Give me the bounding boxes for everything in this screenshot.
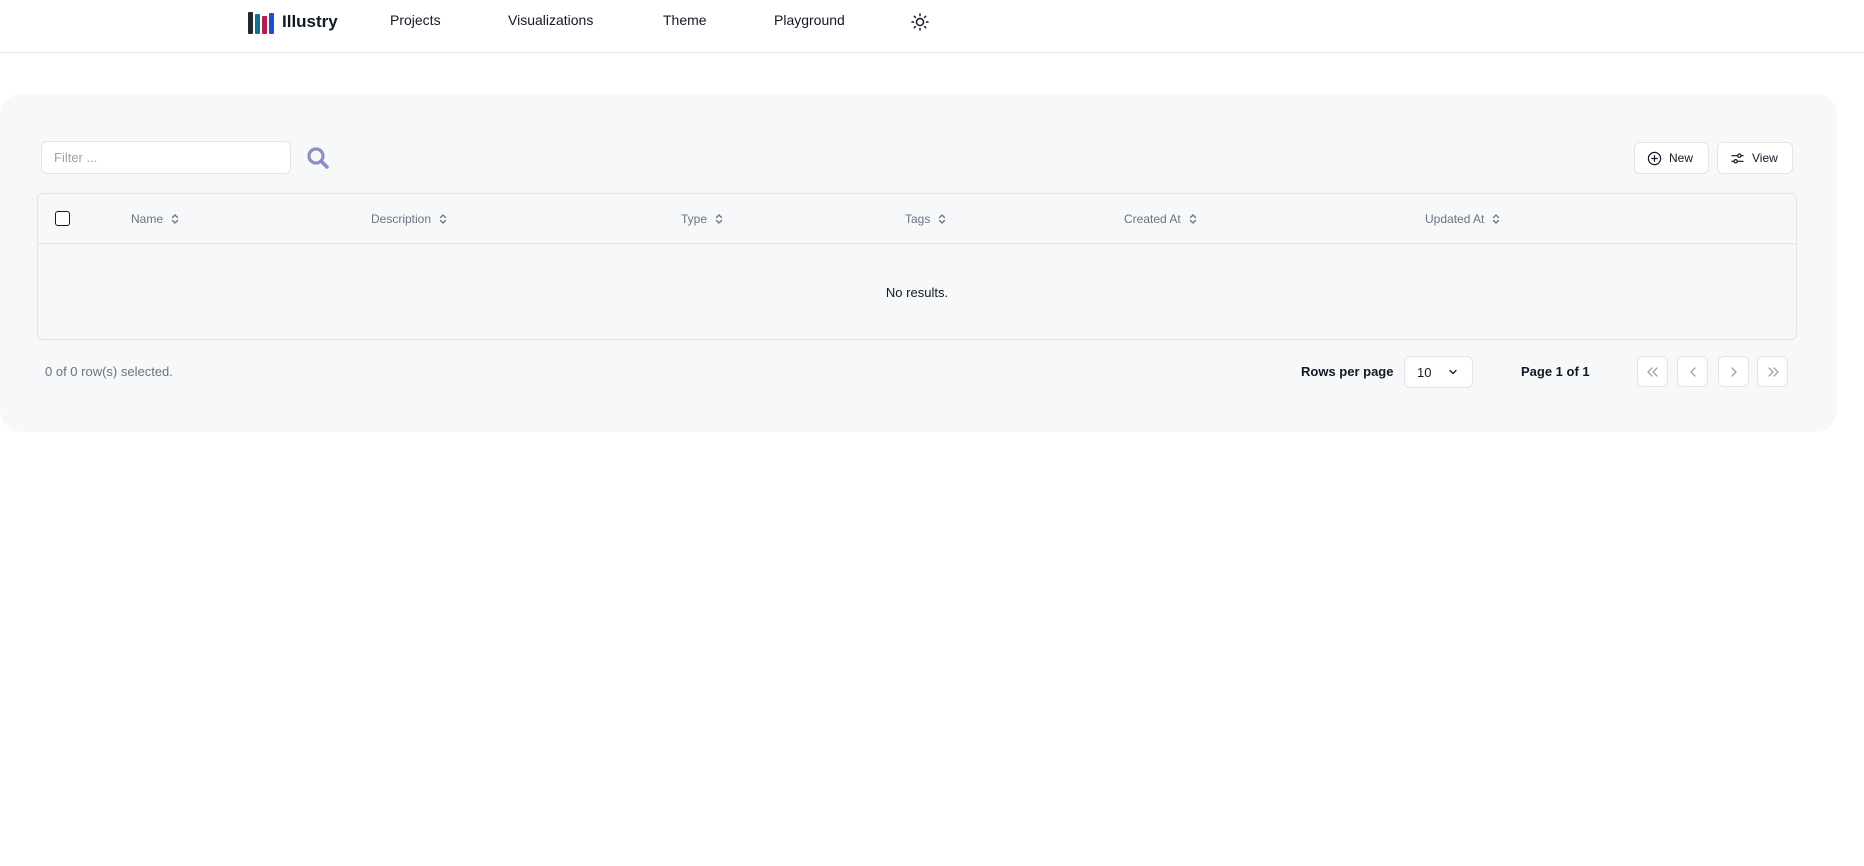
column-label: Tags <box>905 212 931 226</box>
last-page-button[interactable] <box>1757 356 1788 387</box>
theme-toggle-button[interactable] <box>910 12 930 32</box>
search-icon <box>307 147 329 169</box>
sliders-icon <box>1731 152 1744 164</box>
empty-results-message: No results. <box>885 284 949 300</box>
rows-per-page-value: 10 <box>1417 364 1432 380</box>
column-label: Name <box>131 212 164 226</box>
data-table: Name Description Type Tags Created At Up… <box>37 193 1797 340</box>
logo-icon <box>248 10 274 34</box>
sun-icon <box>911 13 929 31</box>
filter-input[interactable] <box>41 141 291 174</box>
view-button-label: View <box>1752 151 1778 165</box>
column-header-created-at[interactable]: Created At <box>1124 212 1197 226</box>
next-page-button[interactable] <box>1718 356 1749 387</box>
search-button[interactable] <box>306 146 330 170</box>
sort-icon <box>715 214 723 224</box>
sort-icon <box>1493 214 1500 224</box>
new-button[interactable]: New <box>1634 142 1709 174</box>
select-all-checkbox[interactable] <box>55 211 70 226</box>
chevrons-left-icon <box>1646 366 1658 377</box>
column-label: Updated At <box>1425 212 1485 226</box>
brand-title: Illustry <box>282 12 338 31</box>
sort-icon <box>171 214 179 224</box>
rows-per-page-label: Rows per page <box>1301 364 1394 379</box>
page-indicator: Page 1 of 1 <box>1521 364 1590 379</box>
first-page-button[interactable] <box>1637 356 1668 387</box>
chevron-left-icon <box>1689 366 1696 377</box>
nav-item-visualizations[interactable]: Visualizations <box>508 12 593 28</box>
chevron-down-icon <box>1449 369 1457 375</box>
previous-page-button[interactable] <box>1677 356 1708 387</box>
sort-icon <box>439 214 447 224</box>
table-header: Name Description Type Tags Created At Up… <box>38 194 1796 244</box>
column-label: Created At <box>1124 212 1181 226</box>
column-header-tags[interactable]: Tags <box>905 212 946 226</box>
column-label: Type <box>681 212 708 226</box>
chevron-right-icon <box>1730 366 1737 377</box>
new-button-label: New <box>1669 151 1694 165</box>
nav-item-theme[interactable]: Theme <box>663 12 707 28</box>
nav-item-projects[interactable]: Projects <box>390 12 441 28</box>
selection-count: 0 of 0 row(s) selected. <box>45 364 173 379</box>
column-header-description[interactable]: Description <box>371 212 447 226</box>
brand-link[interactable]: Illustry <box>248 9 338 35</box>
plus-circle-icon <box>1647 151 1662 165</box>
column-label: Description <box>371 212 432 226</box>
column-header-updated-at[interactable]: Updated At <box>1425 212 1500 226</box>
nav-item-playground[interactable]: Playground <box>774 12 845 28</box>
sort-icon <box>1189 214 1196 224</box>
top-navbar: Illustry Projects Visualizations Theme P… <box>0 0 1864 53</box>
column-header-name[interactable]: Name <box>131 212 179 226</box>
chevrons-right-icon <box>1767 366 1779 377</box>
rows-per-page-select[interactable]: 10 <box>1404 356 1473 388</box>
view-button[interactable]: View <box>1717 142 1793 174</box>
sort-icon <box>939 214 946 224</box>
column-header-type[interactable]: Type <box>681 212 723 226</box>
